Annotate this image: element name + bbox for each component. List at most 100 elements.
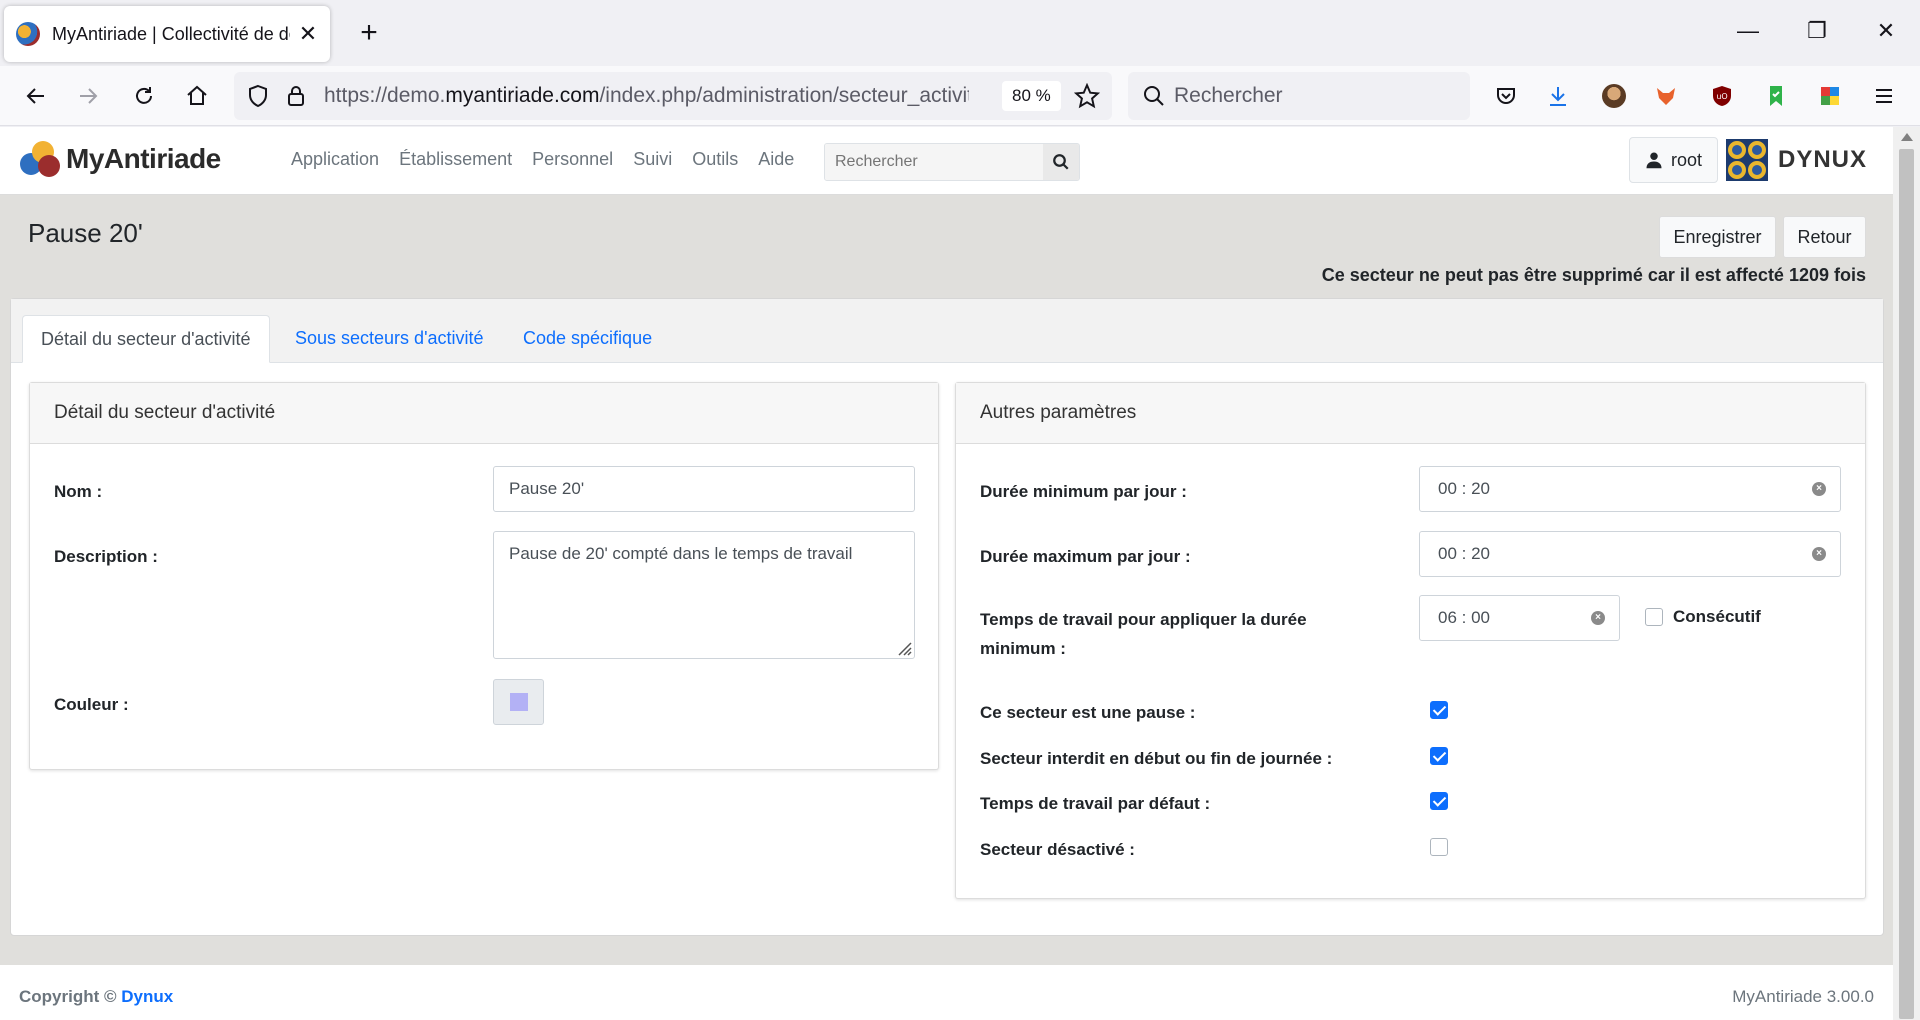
browser-navbar: https://demo.myantiriade.com/index.php/a…: [0, 66, 1920, 126]
logo-text: MyAntiriade: [66, 143, 221, 174]
close-window-button[interactable]: ✕: [1866, 14, 1906, 48]
scroll-up-arrow-icon[interactable]: [1901, 133, 1913, 141]
zoom-level[interactable]: 80 %: [1002, 81, 1061, 111]
detail-panel: Détail du secteur d'activité Nom : Pause…: [29, 382, 939, 770]
favicon-icon: [16, 22, 40, 46]
dynux-mark-icon: [1726, 139, 1768, 181]
new-tab-button[interactable]: +: [352, 16, 386, 50]
fox-extension-icon[interactable]: [1652, 82, 1680, 110]
back-button[interactable]: [16, 76, 56, 116]
description-label: Description :: [54, 547, 158, 566]
menu-aide[interactable]: Aide: [758, 149, 794, 170]
resize-handle-icon[interactable]: [894, 638, 912, 656]
svg-text:uO: uO: [1716, 92, 1727, 101]
max-duration-input[interactable]: 00 : 20 ×: [1419, 531, 1841, 577]
header-search-input[interactable]: [825, 144, 1043, 180]
menu-suivi[interactable]: Suivi: [633, 149, 672, 170]
profile-avatar-icon[interactable]: [1600, 82, 1628, 110]
work-time-value: 06 : 00: [1438, 608, 1490, 627]
page-scrollbar[interactable]: [1893, 127, 1920, 1020]
dynux-text: DYNUX: [1778, 146, 1868, 173]
color-label: Couleur :: [54, 695, 129, 714]
forward-button[interactable]: [68, 76, 108, 116]
close-tab-icon[interactable]: ✕: [298, 21, 318, 47]
tab-title: MyAntiriade | Collectivité de dé: [52, 23, 290, 44]
browser-tabstrip: MyAntiriade | Collectivité de dé ✕ + — ❐…: [0, 0, 1920, 66]
menu-outils[interactable]: Outils: [692, 149, 738, 170]
shield-icon[interactable]: [246, 84, 270, 113]
page-viewport: MyAntiriade Application Établissement Pe…: [0, 127, 1893, 1020]
footer: Copyright © Dynux MyAntiriade 3.00.0: [0, 965, 1893, 1020]
app-header: MyAntiriade Application Établissement Pe…: [0, 127, 1893, 195]
menu-application[interactable]: Application: [291, 149, 379, 170]
clear-icon[interactable]: ×: [1812, 482, 1826, 496]
work-time-label: Temps de travail pour appliquer la durée…: [980, 610, 1307, 658]
lock-icon[interactable]: [284, 84, 308, 113]
copyright: Copyright © Dynux: [19, 987, 173, 1007]
back-button[interactable]: Retour: [1783, 216, 1866, 258]
params-panel: Autres paramètres Durée minimum par jour…: [955, 382, 1866, 899]
description-textarea[interactable]: Pause de 20' compté dans le temps de tra…: [493, 531, 915, 659]
checkmark-extension-icon[interactable]: [1762, 82, 1790, 110]
logo-icon: [18, 139, 60, 179]
forbidden-start-end-label: Secteur interdit en début ou fin de jour…: [980, 749, 1333, 768]
copyright-text: Copyright ©: [19, 987, 117, 1006]
main-menu: Application Établissement Personnel Suiv…: [291, 149, 794, 170]
pocket-icon[interactable]: [1492, 82, 1520, 110]
min-duration-label: Durée minimum par jour :: [980, 482, 1187, 501]
color-picker[interactable]: [493, 679, 544, 725]
app-version: MyAntiriade 3.00.0: [1732, 987, 1874, 1006]
pause-checkbox[interactable]: [1430, 701, 1448, 719]
url-bar[interactable]: https://demo.myantiriade.com/index.php/a…: [234, 72, 1112, 120]
search-icon: [1053, 154, 1069, 170]
hamburger-menu-icon[interactable]: [1870, 82, 1898, 110]
detail-panel-title: Détail du secteur d'activité: [30, 383, 938, 444]
save-button[interactable]: Enregistrer: [1659, 216, 1776, 258]
pause-label: Ce secteur est une pause :: [980, 703, 1196, 722]
menu-personnel[interactable]: Personnel: [532, 149, 613, 170]
disabled-checkbox[interactable]: [1430, 838, 1448, 856]
max-duration-value: 00 : 20: [1438, 544, 1490, 563]
bookmark-star-icon[interactable]: [1073, 82, 1101, 114]
deletion-warning: Ce secteur ne peut pas être supprimé car…: [1321, 265, 1866, 285]
reload-button[interactable]: [124, 76, 164, 116]
consecutive-checkbox[interactable]: [1645, 608, 1663, 626]
home-button[interactable]: [177, 76, 217, 116]
work-time-input[interactable]: 06 : 00 ×: [1419, 595, 1620, 641]
browser-search-bar[interactable]: Rechercher: [1128, 72, 1470, 120]
ublock-icon[interactable]: uO: [1708, 82, 1736, 110]
header-search-button[interactable]: [1043, 144, 1079, 180]
tab-detail[interactable]: Détail du secteur d'activité: [22, 315, 270, 363]
browser-tab[interactable]: MyAntiriade | Collectivité de dé ✕: [4, 6, 330, 62]
tab-sous-secteurs[interactable]: Sous secteurs d'activité: [277, 315, 502, 363]
url-text[interactable]: https://demo.myantiriade.com/index.php/a…: [324, 84, 969, 108]
consecutive-label: Consécutif: [1673, 607, 1761, 626]
forbidden-start-end-checkbox[interactable]: [1430, 747, 1448, 765]
search-icon: [1142, 84, 1166, 113]
name-input[interactable]: Pause 20': [493, 466, 915, 512]
max-duration-label: Durée maximum par jour :: [980, 547, 1191, 566]
params-panel-title: Autres paramètres: [956, 383, 1865, 444]
user-icon: [1646, 152, 1662, 169]
clear-icon[interactable]: ×: [1812, 547, 1826, 561]
page-title: Pause 20': [28, 218, 143, 248]
name-label: Nom :: [54, 482, 103, 501]
default-work-time-checkbox[interactable]: [1430, 792, 1448, 810]
user-button[interactable]: root: [1629, 137, 1718, 183]
disabled-label: Secteur désactivé :: [980, 840, 1135, 859]
company-link[interactable]: Dynux: [121, 987, 173, 1006]
minimize-button[interactable]: —: [1728, 14, 1768, 48]
tab-code-specifique[interactable]: Code spécifique: [505, 315, 670, 363]
menu-etablissement[interactable]: Établissement: [399, 149, 512, 170]
main-card: Détail du secteur d'activité Sous secteu…: [10, 298, 1884, 936]
header-search: [824, 143, 1080, 181]
clear-icon[interactable]: ×: [1591, 611, 1605, 625]
multi-color-extension-icon[interactable]: [1816, 82, 1844, 110]
download-icon[interactable]: [1544, 82, 1572, 110]
tab-bar: Détail du secteur d'activité Sous secteu…: [11, 299, 1883, 363]
dynux-logo: DYNUX: [1726, 139, 1867, 181]
app-logo[interactable]: MyAntiriade: [18, 139, 221, 179]
min-duration-input[interactable]: 00 : 20 ×: [1419, 466, 1841, 512]
restore-button[interactable]: ❐: [1797, 14, 1837, 48]
scroll-thumb[interactable]: [1899, 149, 1914, 1019]
